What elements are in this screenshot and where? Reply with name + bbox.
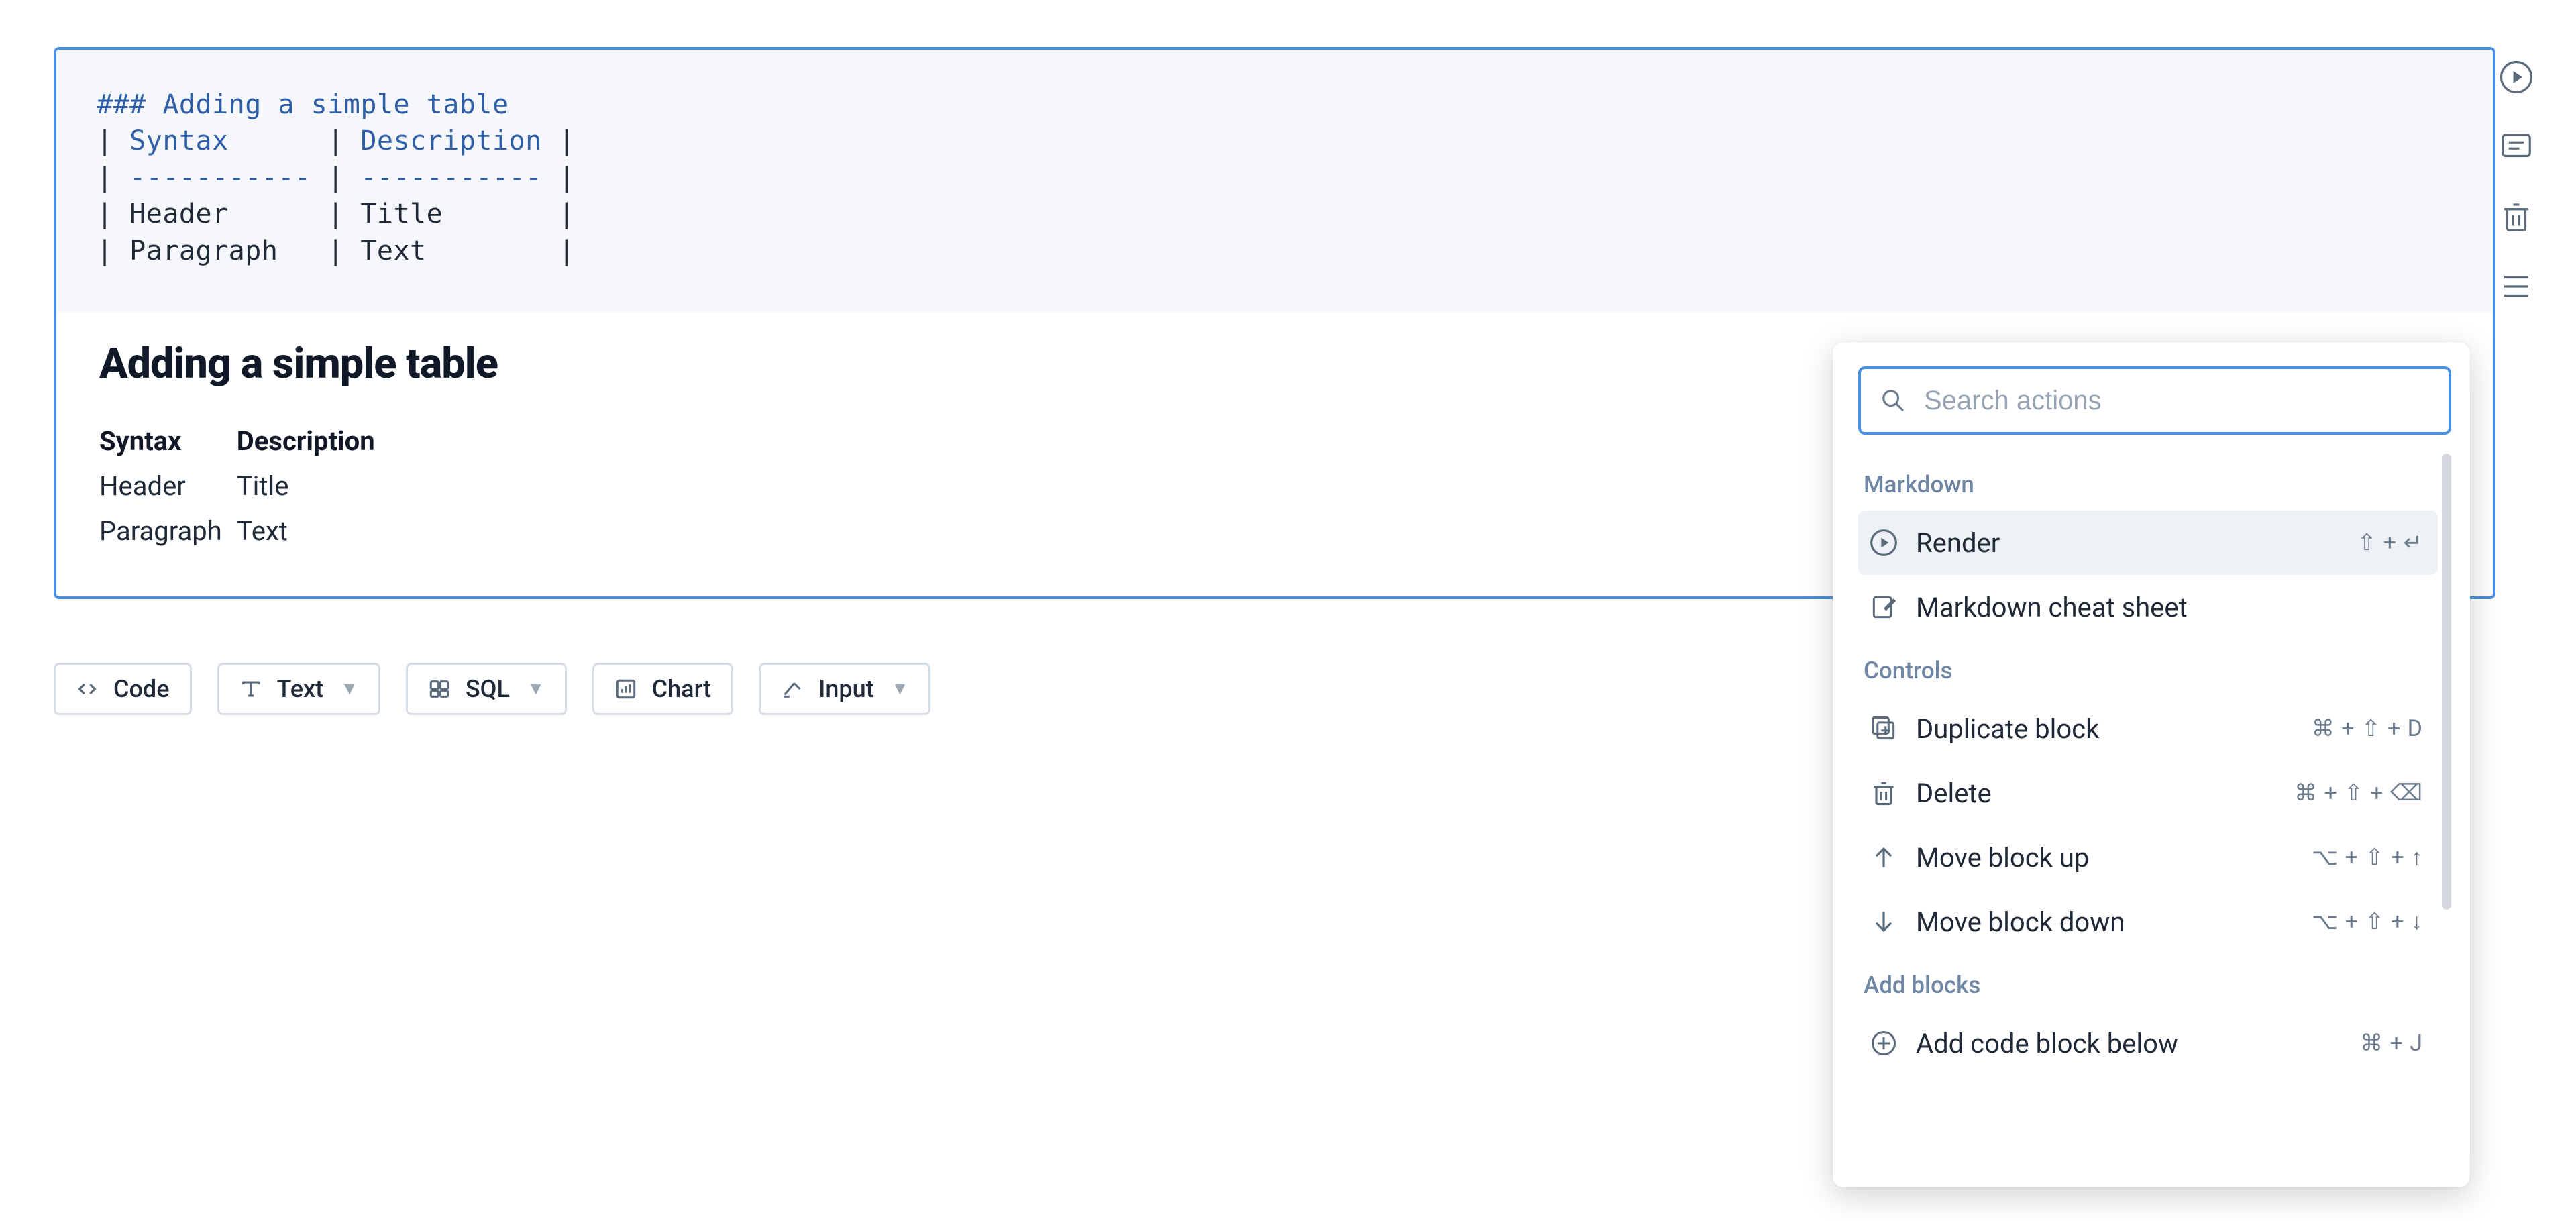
comment-button[interactable] [2498, 129, 2534, 165]
action-shortcut: ⌥ + ⇧ + ↓ [2312, 908, 2423, 935]
add-input-button[interactable]: Input ▼ [759, 663, 930, 715]
scrollbar[interactable] [2442, 454, 2451, 910]
sql-icon [428, 678, 451, 700]
source-line: | ----------- | ----------- | [97, 162, 575, 193]
chevron-down-icon: ▼ [341, 678, 358, 699]
chart-icon [614, 678, 637, 700]
add-sql-button[interactable]: SQL ▼ [406, 663, 567, 715]
group-label: Markdown [1864, 471, 2438, 498]
table-row: Header Title [99, 464, 390, 509]
delete-button[interactable] [2498, 199, 2534, 235]
arrow-up-icon [1869, 843, 1898, 872]
source-line: | Header | Title | [97, 199, 575, 229]
table-header: Description [237, 419, 390, 464]
play-icon [1869, 528, 1898, 558]
text-icon [239, 678, 262, 700]
action-shortcut: ⇧ + ↵ [2357, 529, 2423, 556]
trash-icon [1869, 778, 1898, 808]
action-move-down[interactable]: Move block down ⌥ + ⇧ + ↓ [1858, 890, 2438, 954]
table-row: Paragraph Text [99, 509, 390, 553]
preview-table: Syntax Description Header Title Paragrap… [99, 419, 390, 553]
action-render[interactable]: Render ⇧ + ↵ [1858, 511, 2438, 575]
search-actions-field[interactable] [1858, 366, 2451, 435]
actions-popover: Markdown Render ⇧ + ↵ Markdown cheat she… [1833, 342, 2470, 1187]
markdown-source[interactable]: ### Adding a simple table | Syntax | Des… [56, 50, 2493, 313]
search-icon [1880, 387, 1907, 414]
duplicate-icon [1869, 714, 1898, 743]
button-label: Code [113, 675, 170, 703]
chevron-down-icon: ▼ [527, 678, 545, 699]
action-shortcut: ⌘ + ⇧ + D [2312, 715, 2423, 742]
menu-button[interactable] [2498, 268, 2534, 305]
source-line: ### Adding a simple table [97, 89, 509, 120]
table-row: Syntax Description [99, 419, 390, 464]
button-label: Chart [652, 675, 712, 703]
action-delete[interactable]: Delete ⌘ + ⇧ + ⌫ [1858, 761, 2438, 825]
search-input[interactable] [1923, 385, 2430, 417]
action-label: Duplicate block [1916, 713, 2294, 745]
action-label: Move block up [1916, 842, 2294, 873]
table-cell: Title [237, 464, 390, 509]
action-label: Add code block below [1916, 1028, 2343, 1059]
arrow-down-icon [1869, 907, 1898, 937]
chevron-down-icon: ▼ [892, 678, 909, 699]
action-label: Markdown cheat sheet [1916, 592, 2406, 623]
add-code-button[interactable]: Code [54, 663, 192, 715]
action-shortcut: ⌘ + J [2360, 1030, 2423, 1057]
code-icon [76, 678, 99, 700]
action-shortcut: ⌥ + ⇧ + ↑ [2312, 844, 2423, 871]
action-label: Move block down [1916, 906, 2294, 938]
add-text-button[interactable]: Text ▼ [217, 663, 380, 715]
action-markdown-cheatsheet[interactable]: Markdown cheat sheet [1858, 575, 2438, 639]
plus-circle-icon [1869, 1028, 1898, 1058]
button-label: Input [818, 675, 873, 703]
doc-edit-icon [1869, 592, 1898, 622]
run-button[interactable] [2498, 59, 2534, 95]
table-cell: Header [99, 464, 237, 509]
pencil-icon [781, 678, 804, 700]
source-line: | Syntax | Description | [97, 125, 575, 156]
action-move-up[interactable]: Move block up ⌥ + ⇧ + ↑ [1858, 825, 2438, 890]
action-label: Render [1916, 527, 2340, 559]
group-label: Controls [1864, 657, 2438, 684]
source-line: | Paragraph | Text | [97, 235, 575, 266]
action-add-code-below[interactable]: Add code block below ⌘ + J [1858, 1011, 2438, 1075]
button-label: Text [277, 675, 324, 703]
table-cell: Text [237, 509, 390, 553]
action-shortcut: ⌘ + ⇧ + ⌫ [2294, 780, 2423, 806]
action-label: Delete [1916, 778, 2277, 809]
action-duplicate-block[interactable]: Duplicate block ⌘ + ⇧ + D [1858, 696, 2438, 761]
button-label: SQL [466, 675, 510, 703]
group-label: Add blocks [1864, 971, 2438, 999]
add-chart-button[interactable]: Chart [592, 663, 734, 715]
table-header: Syntax [99, 419, 237, 464]
table-cell: Paragraph [99, 509, 237, 553]
block-side-rail [2498, 59, 2534, 305]
